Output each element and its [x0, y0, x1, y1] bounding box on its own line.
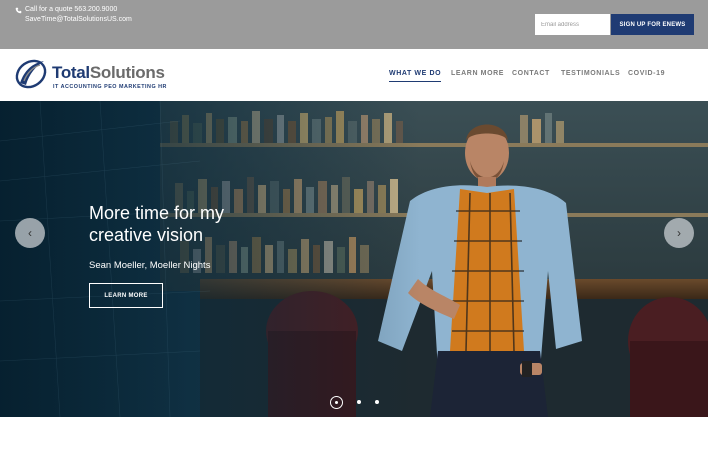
logo-tagline: IT ACCOUNTING PEO MARKETING HR [53, 84, 167, 90]
hero-byline: Sean Moeller, Moeller Nights [89, 260, 211, 271]
contact-info: Call for a quote 563.200.9000 SaveTime@T… [15, 5, 132, 25]
slider-prev-arrow-icon[interactable]: ‹ [15, 218, 45, 248]
nav-item-covid-19[interactable]: COVID-19 [628, 70, 665, 77]
slider-dot-2[interactable] [357, 400, 361, 404]
slider-dot-1[interactable] [330, 395, 343, 409]
slider-pagination [330, 395, 386, 409]
hero-headline: More time for my creative vision [89, 203, 225, 245]
hero-slider: More time for my creative vision Sean Mo… [0, 101, 708, 417]
page-content-area [0, 417, 708, 472]
nav-item-testimonials[interactable]: TESTIMONIALS [561, 70, 620, 77]
hero-caption: More time for my creative vision Sean Mo… [89, 202, 289, 271]
email-link[interactable]: SaveTime@TotalSolutionsUS.com [25, 15, 132, 25]
phone-line: Call for a quote 563.200.9000 [15, 5, 132, 15]
email-line: SaveTime@TotalSolutionsUS.com [15, 15, 132, 25]
newsletter-email-input[interactable] [535, 14, 610, 35]
nav-item-contact[interactable]: CONTACT [512, 70, 550, 77]
main-nav: WHAT WE DO LEARN MORE CONTACT TESTIMONIA… [0, 70, 708, 82]
hero-learn-more-button[interactable]: LEARN MORE [89, 283, 163, 308]
phone-text[interactable]: Call for a quote 563.200.9000 [25, 5, 117, 15]
top-bar: Call for a quote 563.200.9000 SaveTime@T… [0, 0, 708, 49]
nav-item-what-we-do[interactable]: WHAT WE DO [389, 70, 442, 82]
slider-dot-3[interactable] [375, 400, 379, 404]
nav-item-learn-more[interactable]: LEARN MORE [451, 70, 504, 77]
phone-icon [15, 7, 22, 13]
slider-next-arrow-icon[interactable]: › [664, 218, 694, 248]
signup-enews-button[interactable]: SIGN UP FOR ENEWS [611, 14, 694, 35]
site-header: TotalSolutions IT ACCOUNTING PEO MARKETI… [0, 49, 708, 101]
